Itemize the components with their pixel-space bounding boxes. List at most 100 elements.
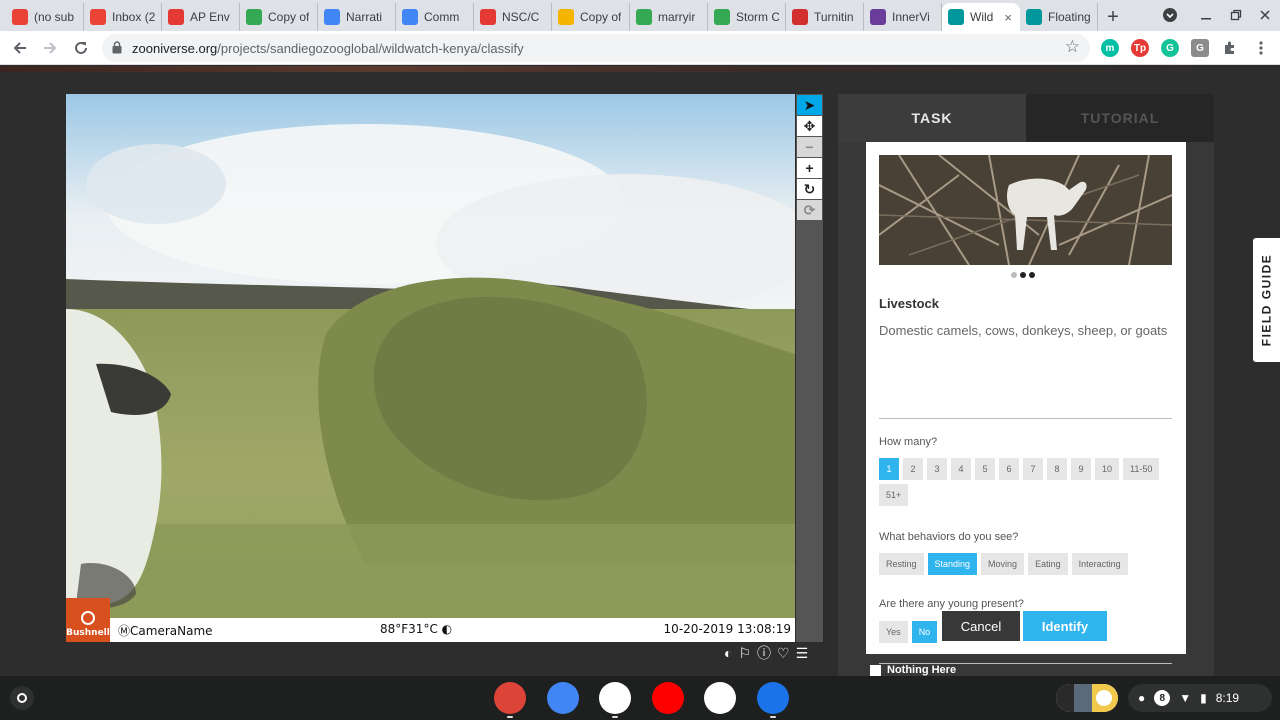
browser-tab[interactable]: Comm xyxy=(396,3,474,31)
circle-icon xyxy=(168,9,184,25)
rotate-tool[interactable]: ↻ xyxy=(797,179,822,199)
behavior-option[interactable]: Interacting xyxy=(1071,553,1128,575)
holding-space-thumbnails[interactable] xyxy=(1056,684,1118,712)
browser-tab[interactable]: Storm C xyxy=(708,3,786,31)
launcher-icon xyxy=(17,693,27,703)
zooniverse-icon xyxy=(1026,9,1042,25)
browser-tab[interactable]: Turnitin xyxy=(786,3,864,31)
question-behaviors: What behaviors do you see? xyxy=(879,531,1019,543)
tab-task[interactable]: TASK xyxy=(838,94,1026,142)
browser-tab[interactable]: Wild × xyxy=(942,3,1020,31)
close-tab-icon[interactable]: × xyxy=(1004,10,1012,25)
browser-tab[interactable]: InnerVi xyxy=(864,3,942,31)
pointer-tool[interactable]: ➤ xyxy=(797,95,822,115)
count-option[interactable]: 9 xyxy=(1071,458,1091,480)
clock[interactable]: 8:19 xyxy=(1216,691,1239,705)
behavior-option[interactable]: Resting xyxy=(879,553,924,575)
browser-tab[interactable]: Narrati xyxy=(318,3,396,31)
count-option[interactable]: 6 xyxy=(999,458,1019,480)
behavior-option[interactable]: Moving xyxy=(981,553,1025,575)
count-option[interactable]: 4 xyxy=(951,458,971,480)
carousel-dot[interactable] xyxy=(1011,272,1017,278)
cancel-button[interactable]: Cancel xyxy=(942,611,1020,641)
carousel-dot[interactable] xyxy=(1029,272,1035,278)
nothing-here-option[interactable]: Nothing Here xyxy=(870,664,956,676)
species-description: Domestic camels, cows, donkeys, sheep, o… xyxy=(879,323,1168,338)
wifi-icon: ▼ xyxy=(1179,691,1192,705)
classify-page: Bushnell ⓂCameraName 88°F31°C ◐ 10-20-20… xyxy=(0,66,1280,676)
count-option[interactable]: 8 xyxy=(1047,458,1067,480)
chrome-app[interactable] xyxy=(494,682,526,718)
back-icon[interactable] xyxy=(9,37,31,59)
count-option[interactable]: 2 xyxy=(903,458,923,480)
flag-icon[interactable]: ⚐ xyxy=(738,645,751,662)
play-store-app[interactable] xyxy=(704,682,736,714)
count-option[interactable]: 5 xyxy=(975,458,995,480)
collections-icon[interactable]: ☰ xyxy=(796,645,809,662)
browser-tab[interactable]: Copy of xyxy=(552,3,630,31)
url-text: zooniverse.org/projects/sandiegozoogloba… xyxy=(132,41,524,56)
count-option[interactable]: 1 xyxy=(879,458,899,480)
browser-tab[interactable]: Inbox (2 xyxy=(84,3,162,31)
count-option[interactable]: 11-50 xyxy=(1123,458,1160,480)
reload-icon[interactable] xyxy=(70,37,92,59)
favorite-heart-icon[interactable]: ♡ xyxy=(777,645,790,662)
young-option[interactable]: Yes xyxy=(879,621,908,643)
browser-tab[interactable]: marryir xyxy=(630,3,708,31)
behavior-option[interactable]: Eating xyxy=(1028,553,1068,575)
browser-tab[interactable]: AP Env xyxy=(162,3,240,31)
question-young: Are there any young present? xyxy=(879,598,1024,610)
notification-count[interactable]: 8 xyxy=(1154,690,1171,706)
gmail-app[interactable] xyxy=(599,682,631,718)
tab-tutorial[interactable]: TUTORIAL xyxy=(1026,94,1214,142)
reset-tool[interactable]: ⟳ xyxy=(797,200,822,220)
extension-icon[interactable]: m xyxy=(1101,39,1119,57)
zoom-out-tool[interactable]: − xyxy=(797,137,822,157)
invert-icon[interactable]: ◐ xyxy=(724,645,732,661)
extension-icon[interactable]: Tp xyxy=(1131,39,1149,57)
pan-tool[interactable]: ✥ xyxy=(797,116,822,136)
field-guide-button[interactable]: FIELD GUIDE xyxy=(1253,238,1280,362)
screen-record-icon[interactable]: ● xyxy=(1138,691,1145,705)
new-tab-button[interactable]: + xyxy=(1098,3,1128,31)
browser-tab[interactable]: NSC/C xyxy=(474,3,552,31)
browser-tab[interactable]: (no sub xyxy=(6,3,84,31)
drive-icon xyxy=(246,9,262,25)
count-option[interactable]: 3 xyxy=(927,458,947,480)
tab-search-icon[interactable] xyxy=(1160,4,1180,26)
identify-button[interactable]: Identify xyxy=(1023,611,1107,641)
bushnell-logo: Bushnell xyxy=(66,598,110,642)
youtube-app[interactable] xyxy=(651,682,684,714)
subject-meta-icons: ◐ ⚐ ⓘ ♡ ☰ xyxy=(724,644,824,662)
young-option[interactable]: No xyxy=(911,621,938,643)
image-tool-rail: ➤ ✥ − + ↻ ⟳ xyxy=(796,94,823,642)
subject-image[interactable]: Bushnell ⓂCameraName 88°F31°C ◐ 10-20-20… xyxy=(66,94,795,642)
close-window-icon[interactable] xyxy=(1255,4,1275,26)
system-tray[interactable]: ● 8 ▼ ▮ 8:19 xyxy=(1128,684,1272,712)
count-option[interactable]: 51+ xyxy=(879,484,909,506)
carousel-dot[interactable] xyxy=(1020,272,1026,278)
forward-icon[interactable] xyxy=(39,37,61,59)
zoom-in-tool[interactable]: + xyxy=(797,158,822,178)
restore-icon[interactable] xyxy=(1226,4,1246,26)
nothing-here-checkbox[interactable] xyxy=(870,664,881,676)
extension-icon[interactable]: G xyxy=(1161,39,1179,57)
launcher-button[interactable] xyxy=(10,686,34,710)
files-app[interactable] xyxy=(756,682,789,718)
lock-icon xyxy=(112,41,122,54)
count-option[interactable]: 7 xyxy=(1023,458,1043,480)
info-icon[interactable]: ⓘ xyxy=(757,643,771,663)
running-indicator xyxy=(769,716,776,718)
docs-app[interactable] xyxy=(546,682,579,714)
browser-tab[interactable]: Floating xyxy=(1020,3,1098,31)
minimize-icon[interactable] xyxy=(1196,4,1216,26)
bookmark-star-icon[interactable]: ☆ xyxy=(1065,37,1080,57)
species-name: Livestock xyxy=(879,296,939,311)
extension-icon[interactable]: G xyxy=(1191,39,1209,57)
count-option[interactable]: 10 xyxy=(1095,458,1120,480)
browser-menu-icon[interactable] xyxy=(1250,37,1272,59)
browser-tab[interactable]: Copy of xyxy=(240,3,318,31)
extensions-puzzle-icon[interactable] xyxy=(1219,37,1241,59)
address-bar[interactable]: zooniverse.org/projects/sandiegozoogloba… xyxy=(102,34,1090,62)
behavior-option[interactable]: Standing xyxy=(927,553,978,575)
